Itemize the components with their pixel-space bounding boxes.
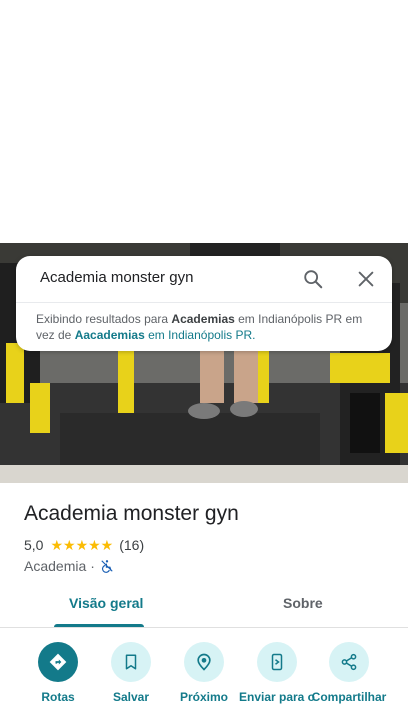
original-query-suffix[interactable]: em Indianópolis PR. xyxy=(145,328,255,342)
share-label: Compartilhar xyxy=(311,690,387,704)
nearby-button[interactable]: Próximo xyxy=(164,642,244,704)
share-icon xyxy=(341,653,357,671)
bookmark-icon xyxy=(125,654,137,670)
routes-button[interactable]: Rotas xyxy=(18,642,98,704)
nearby-circle[interactable] xyxy=(184,642,224,682)
search-icon[interactable] xyxy=(302,268,324,290)
star-rating: ★★★★★ xyxy=(50,536,114,553)
search-bar[interactable]: Academia monster gyn xyxy=(16,256,392,302)
review-count: (16) xyxy=(119,537,145,553)
tab-about[interactable]: Sobre xyxy=(283,595,323,611)
nearby-label: Próximo xyxy=(179,690,228,704)
send-to-phone-circle[interactable] xyxy=(257,642,297,682)
send-to-phone-button[interactable]: Enviar para o xyxy=(237,642,317,704)
routes-circle[interactable] xyxy=(38,642,78,682)
save-circle[interactable] xyxy=(111,642,151,682)
no-wheelchair-access-icon xyxy=(101,560,113,573)
divider xyxy=(16,302,392,303)
active-tab-indicator xyxy=(54,624,144,627)
rating-value: 5,0 xyxy=(24,537,44,553)
suggestion-prefix: Exibindo resultados para xyxy=(36,312,172,326)
original-query-link[interactable]: Aacademias em Indianópolis PR. xyxy=(75,328,256,342)
place-tabs: Visão geral Sobre xyxy=(0,585,408,628)
share-button[interactable]: Compartilhar xyxy=(309,642,389,704)
search-query[interactable]: Academia monster gyn xyxy=(40,269,193,286)
search-card: Academia monster gyn Exibindo resultados… xyxy=(16,256,392,351)
place-category: Academia xyxy=(24,558,87,574)
original-query-term[interactable]: Aacademias xyxy=(75,328,145,342)
routes-label: Rotas xyxy=(41,690,75,704)
separator: · xyxy=(90,558,95,574)
save-button[interactable]: Salvar xyxy=(91,642,171,704)
send-to-phone-icon xyxy=(271,653,283,671)
directions-icon xyxy=(49,653,67,671)
close-icon[interactable] xyxy=(355,268,377,290)
nearby-icon xyxy=(197,653,211,671)
save-label: Salvar xyxy=(112,690,150,704)
send-to-phone-label: Enviar para o xyxy=(238,690,316,704)
place-title: Academia monster gyn xyxy=(24,502,239,525)
category-row: Academia · xyxy=(24,557,114,575)
rating-row[interactable]: 5,0 ★★★★★ (16) xyxy=(24,536,144,554)
suggestion-term: Academias xyxy=(171,312,235,326)
search-suggestion: Exibindo resultados para Academias em In… xyxy=(36,311,376,343)
share-circle[interactable] xyxy=(329,642,369,682)
tab-overview[interactable]: Visão geral xyxy=(69,595,143,611)
